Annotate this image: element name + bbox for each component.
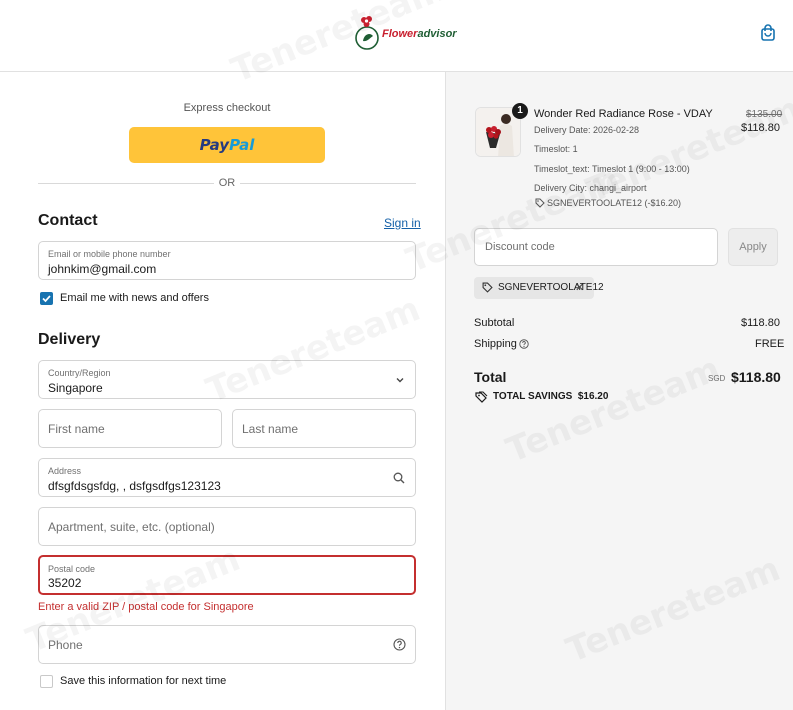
discount-code-input[interactable]: Discount code bbox=[474, 228, 718, 266]
subtotal-value: $118.80 bbox=[741, 317, 780, 329]
phone-field[interactable]: Phone bbox=[38, 625, 416, 664]
postal-code-label: Postal code bbox=[48, 564, 96, 574]
last-name-placeholder: Last name bbox=[242, 422, 299, 436]
news-offers-checkbox[interactable] bbox=[40, 292, 53, 305]
applied-discount-code: SGNEVERTOOLATE12 bbox=[498, 282, 604, 293]
product-price: $118.80 bbox=[741, 122, 780, 134]
tag-icon bbox=[535, 198, 545, 208]
shipping-value: FREE bbox=[755, 338, 785, 350]
country-value: Singapore bbox=[48, 381, 103, 395]
postal-code-value: 35202 bbox=[48, 576, 82, 590]
paypal-logo-part2: Pal bbox=[229, 136, 255, 154]
total-savings-label: TOTAL SAVINGS bbox=[493, 391, 573, 402]
email-field-value: johnkim@gmail.com bbox=[48, 262, 157, 276]
paypal-button[interactable]: Pay Pal bbox=[129, 127, 325, 163]
address-label: Address bbox=[48, 466, 82, 476]
save-info-label: Save this information for next time bbox=[60, 675, 227, 687]
flower-advisor-logo[interactable]: Floweradvisor bbox=[354, 13, 464, 55]
total-savings: TOTAL SAVINGS $16.20 bbox=[493, 391, 608, 402]
shipping-label: Shipping bbox=[474, 338, 517, 350]
address-value: dfsgfdsgsfdg, , dsfgsdfgs123123 bbox=[48, 479, 221, 493]
news-offers-label: Email me with news and offers bbox=[60, 292, 209, 304]
apartment-placeholder: Apartment, suite, etc. (optional) bbox=[48, 520, 215, 534]
first-name-field[interactable]: First name bbox=[38, 409, 222, 448]
order-summary-panel: 1 Wonder Red Radiance Rose - VDAY $135.0… bbox=[445, 72, 793, 710]
apartment-field[interactable]: Apartment, suite, etc. (optional) bbox=[38, 507, 416, 546]
postal-code-error: Enter a valid ZIP / postal code for Sing… bbox=[38, 601, 254, 613]
total-currency: SGD bbox=[708, 374, 726, 383]
discount-code-placeholder: Discount code bbox=[485, 241, 555, 253]
apply-button[interactable]: Apply bbox=[728, 228, 778, 266]
postal-code-field[interactable]: Postal code 35202 bbox=[38, 555, 416, 595]
contact-title: Contact bbox=[38, 212, 98, 229]
tag-icon bbox=[482, 282, 493, 293]
email-field[interactable]: Email or mobile phone number johnkim@gma… bbox=[38, 241, 416, 280]
remove-discount-icon[interactable]: ✕ bbox=[575, 281, 584, 294]
divider-line-right bbox=[240, 183, 416, 184]
phone-placeholder: Phone bbox=[48, 638, 83, 652]
shipping-help-icon[interactable] bbox=[519, 339, 529, 349]
search-icon[interactable] bbox=[393, 472, 405, 484]
save-info-checkbox[interactable] bbox=[40, 675, 53, 688]
item-discount-code: SGNEVERTOOLATE12 (-$16.20) bbox=[547, 198, 682, 208]
delivery-date: Delivery Date: 2026-02-28 bbox=[534, 125, 640, 135]
chevron-down-icon bbox=[396, 378, 404, 383]
country-select[interactable]: Country/Region Singapore bbox=[38, 360, 416, 399]
last-name-field[interactable]: Last name bbox=[232, 409, 416, 448]
applied-discount-chip: SGNEVERTOOLATE12 ✕ bbox=[474, 277, 604, 299]
timeslot: Timeslot: 1 bbox=[534, 144, 578, 154]
total-amount: $118.80 bbox=[731, 369, 781, 385]
sign-in-link[interactable]: Sign in bbox=[384, 216, 421, 230]
address-field[interactable]: Address dfsgfdsgsfdg, , dsfgsdfgs123123 bbox=[38, 458, 416, 497]
or-divider: OR bbox=[38, 176, 416, 190]
help-icon[interactable] bbox=[393, 638, 406, 651]
logo-text: Floweradvisor bbox=[382, 28, 457, 40]
delivery-city: Delivery City: changi_airport bbox=[534, 183, 647, 193]
delivery-title: Delivery bbox=[38, 331, 101, 348]
checkout-form-panel: Express checkout Pay Pal OR Contact Sign … bbox=[0, 72, 445, 710]
product-name: Wonder Red Radiance Rose - VDAY bbox=[534, 108, 713, 120]
quantity-badge: 1 bbox=[512, 103, 528, 119]
original-price: $135.00 bbox=[746, 109, 783, 120]
express-checkout-label: Express checkout bbox=[183, 102, 271, 114]
header: Floweradvisor bbox=[0, 0, 793, 72]
shopping-bag-icon[interactable] bbox=[760, 24, 776, 42]
email-field-label: Email or mobile phone number bbox=[48, 249, 171, 259]
country-label: Country/Region bbox=[48, 368, 111, 378]
rose-logo-icon bbox=[355, 16, 379, 50]
total-label: Total bbox=[474, 369, 507, 385]
paypal-logo-part1: Pay bbox=[199, 136, 230, 154]
first-name-placeholder: First name bbox=[48, 422, 105, 436]
savings-tag-icon bbox=[475, 391, 488, 403]
total-savings-value: $16.20 bbox=[577, 391, 609, 402]
checkmark-icon bbox=[42, 295, 51, 303]
timeslot-text: Timeslot_text: Timeslot 1 (9:00 - 13:00) bbox=[534, 164, 690, 174]
subtotal-label: Subtotal bbox=[474, 317, 515, 329]
